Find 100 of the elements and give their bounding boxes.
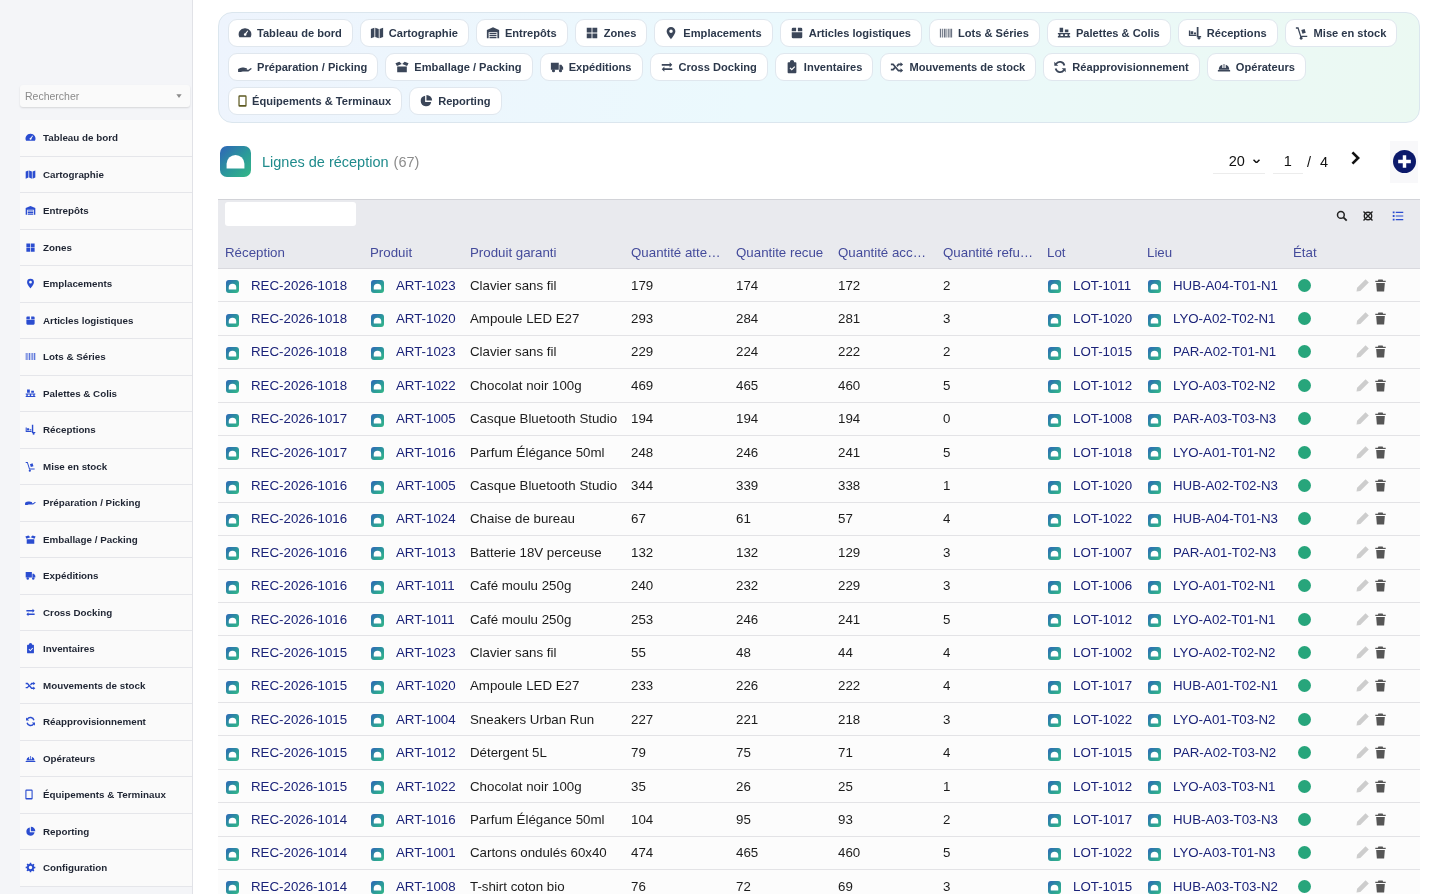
trash-icon[interactable] xyxy=(1374,278,1387,292)
table-link[interactable]: LYO-A02-T01-N1 xyxy=(1173,611,1276,627)
caret-down-icon[interactable] xyxy=(175,93,183,99)
table-link[interactable]: REC-2026-1018 xyxy=(251,344,348,360)
table-link[interactable]: REC-2026-1015 xyxy=(251,711,348,727)
page-size-select[interactable]: 20 xyxy=(1212,149,1265,174)
table-link[interactable]: LOT-1002 xyxy=(1073,645,1133,660)
module-button[interactable]: Cross Docking xyxy=(649,53,768,81)
module-button[interactable]: Cartographie xyxy=(359,19,469,47)
table-link[interactable]: PAR-A03-T03-N3 xyxy=(1173,411,1277,427)
trash-icon[interactable] xyxy=(1374,612,1387,626)
add-button[interactable] xyxy=(1390,140,1418,183)
trash-icon[interactable] xyxy=(1374,412,1387,426)
module-button[interactable]: Emballage / Packing xyxy=(385,53,533,81)
trash-icon[interactable] xyxy=(1374,545,1387,559)
sidebar-item[interactable]: Réapprovisionnement xyxy=(20,704,192,741)
table-link[interactable]: LYO-A03-T02-N2 xyxy=(1173,377,1276,393)
sidebar-item[interactable]: Emballage / Packing xyxy=(20,521,192,558)
sidebar-item[interactable]: Configuration xyxy=(20,850,192,887)
table-link[interactable]: LYO-A03-T01-N3 xyxy=(1173,845,1276,861)
sidebar-item[interactable]: Cross Docking xyxy=(20,594,192,631)
table-link[interactable]: LOT-1017 xyxy=(1073,811,1133,827)
crossed-circle-icon[interactable] xyxy=(1362,209,1374,222)
table-link[interactable]: LOT-1012 xyxy=(1073,778,1133,794)
sidebar-item[interactable]: Inventaires xyxy=(20,631,192,668)
table-link[interactable]: ART-1001 xyxy=(396,845,456,861)
table-link[interactable]: HUB-A03-T03-N2 xyxy=(1173,878,1278,894)
list-icon[interactable] xyxy=(1392,209,1404,222)
table-link[interactable]: REC-2026-1018 xyxy=(251,311,348,327)
table-link[interactable]: REC-2026-1017 xyxy=(251,444,348,460)
table-link[interactable]: ART-1016 xyxy=(396,444,456,460)
table-link[interactable]: REC-2026-1015 xyxy=(251,678,348,694)
module-button[interactable]: Emplacements xyxy=(654,19,773,47)
trash-icon[interactable] xyxy=(1374,779,1387,793)
sidebar-item[interactable]: Emplacements xyxy=(20,266,192,303)
sidebar-item[interactable]: Équipements & Terminaux xyxy=(20,777,192,814)
sidebar-item[interactable]: Zones xyxy=(20,229,192,266)
table-link[interactable]: ART-1011 xyxy=(396,578,455,594)
module-button[interactable]: Expéditions xyxy=(539,53,643,81)
table-link[interactable]: ART-1024 xyxy=(396,511,456,527)
table-link[interactable]: LOT-1022 xyxy=(1073,845,1133,861)
trash-icon[interactable] xyxy=(1374,679,1387,693)
sidebar-item[interactable]: Articles logistiques xyxy=(20,302,192,339)
sidebar-item[interactable]: Reporting xyxy=(20,813,192,850)
module-button[interactable]: Réapprovisionnement xyxy=(1043,53,1200,81)
table-link[interactable]: LYO-A02-T02-N1 xyxy=(1173,311,1276,327)
table-link[interactable]: ART-1022 xyxy=(396,778,456,794)
table-link[interactable]: LOT-1008 xyxy=(1073,411,1133,427)
sidebar-item[interactable]: Entrepôts xyxy=(20,193,192,230)
sidebar-item[interactable]: Expéditions xyxy=(20,558,192,595)
trash-icon[interactable] xyxy=(1374,712,1387,726)
table-link[interactable]: LOT-1018 xyxy=(1073,444,1133,460)
module-button[interactable]: Équipements & Terminaux xyxy=(228,87,403,115)
table-link[interactable]: REC-2026-1018 xyxy=(251,277,348,293)
trash-icon[interactable] xyxy=(1374,846,1387,860)
trash-icon[interactable] xyxy=(1374,312,1387,326)
table-link[interactable]: LOT-1006 xyxy=(1073,578,1133,594)
table-link[interactable]: ART-1011 xyxy=(396,611,455,627)
table-link[interactable]: HUB-A04-T01-N1 xyxy=(1173,277,1278,293)
sidebar-item[interactable]: Mise en stock xyxy=(20,448,192,485)
trash-icon[interactable] xyxy=(1374,812,1387,826)
table-link[interactable]: REC-2026-1016 xyxy=(251,611,348,627)
table-link[interactable]: PAR-A01-T02-N3 xyxy=(1173,544,1277,560)
module-button[interactable]: Lots & Séries xyxy=(929,19,1040,47)
table-link[interactable]: ART-1023 xyxy=(396,344,456,360)
table-link[interactable]: ART-1023 xyxy=(396,645,456,660)
trash-icon[interactable] xyxy=(1374,445,1387,459)
trash-icon[interactable] xyxy=(1374,378,1387,392)
table-link[interactable]: PAR-A02-T01-N1 xyxy=(1173,344,1277,360)
module-button[interactable]: Réceptions xyxy=(1177,19,1278,47)
trash-icon[interactable] xyxy=(1374,646,1387,659)
module-button[interactable]: Mouvements de stock xyxy=(880,53,1037,81)
trash-icon[interactable] xyxy=(1374,512,1387,526)
table-link[interactable]: ART-1020 xyxy=(396,311,456,327)
table-link[interactable]: REC-2026-1017 xyxy=(251,411,348,427)
sidebar-item[interactable]: Réceptions xyxy=(20,412,192,449)
table-link[interactable]: REC-2026-1015 xyxy=(251,778,348,794)
trash-icon[interactable] xyxy=(1374,879,1387,893)
sidebar-item[interactable]: Cartographie xyxy=(20,156,192,193)
table-link[interactable]: REC-2026-1016 xyxy=(251,478,348,494)
module-button[interactable]: Palettes & Colis xyxy=(1046,19,1171,47)
sidebar-item[interactable]: Lots & Séries xyxy=(20,339,192,376)
sidebar-item[interactable]: Opérateurs xyxy=(20,740,192,777)
table-link[interactable]: ART-1020 xyxy=(396,678,456,694)
table-link[interactable]: LOT-1012 xyxy=(1073,377,1133,393)
table-link[interactable]: ART-1008 xyxy=(396,878,456,894)
table-link[interactable]: ART-1016 xyxy=(396,811,456,827)
table-link[interactable]: REC-2026-1015 xyxy=(251,645,348,660)
table-link[interactable]: ART-1005 xyxy=(396,478,456,494)
table-link[interactable]: REC-2026-1016 xyxy=(251,578,348,594)
table-link[interactable]: REC-2026-1016 xyxy=(251,544,348,560)
table-link[interactable]: REC-2026-1015 xyxy=(251,745,348,761)
sidebar-item[interactable]: Tableau de bord xyxy=(20,120,192,157)
search-field[interactable]: Rechercher xyxy=(20,85,190,107)
table-link[interactable]: LOT-1015 xyxy=(1073,878,1133,894)
module-button[interactable]: Entrepôts xyxy=(475,19,568,47)
table-link[interactable]: LOT-1015 xyxy=(1073,745,1133,761)
table-link[interactable]: LOT-1011 xyxy=(1073,277,1132,293)
table-link[interactable]: LYO-A03-T03-N1 xyxy=(1173,778,1276,794)
table-link[interactable]: ART-1012 xyxy=(396,745,456,761)
